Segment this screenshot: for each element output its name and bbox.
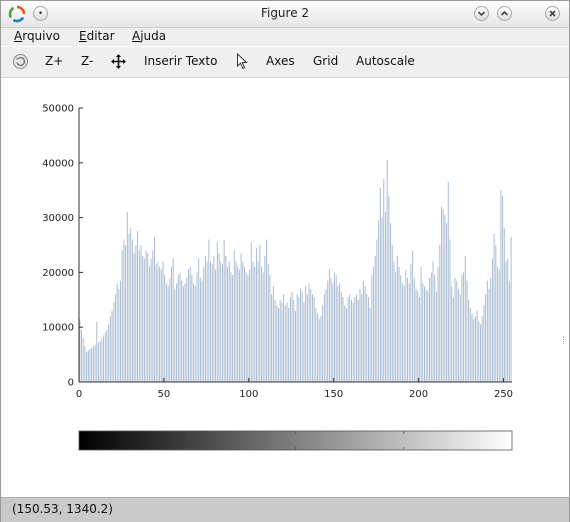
axes-group: 0 10000 20000 30000 40000 50000 0 50 100 150 200 25… xyxy=(42,104,513,401)
x-tick-label: 100 xyxy=(239,389,258,400)
menu-bar: Arquivo Editar Ajuda xyxy=(1,28,569,46)
resize-grip[interactable] xyxy=(563,336,567,344)
histogram-chart: 0 10000 20000 30000 40000 50000 0 50 100 150 200 25… xyxy=(42,104,513,451)
y-tick-label: 50000 xyxy=(42,104,74,115)
menu-ajuda-rest: juda xyxy=(140,29,167,43)
menu-arquivo[interactable]: Arquivo xyxy=(14,29,60,43)
menu-editar[interactable]: Editar xyxy=(79,29,115,43)
autoscale-button[interactable]: Autoscale xyxy=(356,54,415,68)
menu-editar-rest: ditar xyxy=(86,29,115,43)
title-bar[interactable]: • Figure 2 xyxy=(1,1,569,28)
y-tick-label: 20000 xyxy=(42,268,74,279)
insert-text-button[interactable]: Inserir Texto xyxy=(144,54,217,68)
status-bar: (150.53, 1340.2) xyxy=(1,497,569,522)
axes-button[interactable]: Axes xyxy=(266,54,295,68)
figure-window: • Figure 2 Arquivo Editar Ajuda Z+ Z- In… xyxy=(0,0,570,522)
y-tick-label: 10000 xyxy=(42,323,74,334)
cursor-arrow-icon[interactable] xyxy=(236,53,249,70)
x-tick-label: 150 xyxy=(324,389,343,400)
minimize-button[interactable] xyxy=(474,6,489,21)
close-icon xyxy=(549,10,556,17)
y-tick-label: 30000 xyxy=(42,213,74,224)
chevron-up-icon xyxy=(500,10,509,16)
bars-group xyxy=(79,160,512,382)
x-tick-label: 200 xyxy=(409,389,428,400)
grid-button[interactable]: Grid xyxy=(313,54,338,68)
chevron-down-icon xyxy=(477,11,486,17)
zoom-out-button[interactable]: Z- xyxy=(81,54,93,68)
y-tick-label: 0 xyxy=(68,378,74,389)
pan-icon[interactable] xyxy=(110,53,127,70)
menu-arquivo-rest: rquivo xyxy=(22,29,60,43)
plot-canvas[interactable]: 0 10000 20000 30000 40000 50000 0 50 100 150 200 25… xyxy=(1,78,569,496)
x-tick-label: 250 xyxy=(494,389,513,400)
x-tick-label: 0 xyxy=(76,389,82,400)
menu-ajuda[interactable]: Ajuda xyxy=(132,29,166,43)
zoom-in-button[interactable]: Z+ xyxy=(45,54,63,68)
rotate-icon[interactable] xyxy=(12,53,29,70)
y-tick-label: 40000 xyxy=(42,158,74,169)
close-button[interactable] xyxy=(545,6,560,21)
x-tick-label: 50 xyxy=(158,389,171,400)
cursor-coordinates: (150.53, 1340.2) xyxy=(12,502,113,516)
menu-editar-mnemonic: E xyxy=(79,29,87,43)
menu-ajuda-mnemonic: A xyxy=(132,29,141,43)
maximize-button[interactable] xyxy=(497,6,512,21)
toolbar: Z+ Z- Inserir Texto Axes Grid Autoscale xyxy=(1,47,569,78)
menu-arquivo-mnemonic: A xyxy=(14,29,23,43)
